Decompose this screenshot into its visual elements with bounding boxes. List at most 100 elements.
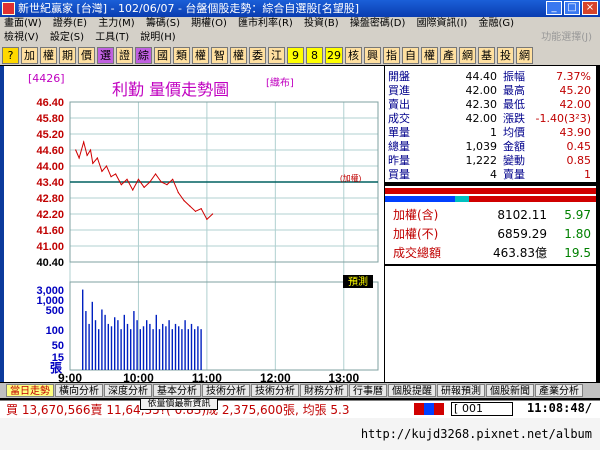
tab-analysis[interactable]: 深度分析 bbox=[104, 384, 152, 397]
quote-label: 成交 bbox=[388, 112, 410, 125]
index-value: 8102.11 bbox=[497, 208, 547, 222]
analysis-tab-bar: 當日走勢 橫向分析 深度分析 基本分析 技術分析 技術分析 財務分析 行事曆 個股提醒 研報預測個… bbox=[0, 383, 600, 398]
volume-bar bbox=[200, 329, 202, 370]
tab-analysis[interactable]: 個股新聞 bbox=[486, 384, 534, 397]
volume-unit-label: 張 bbox=[50, 361, 63, 375]
price-point bbox=[200, 208, 202, 210]
y-tick-label: 44.60 bbox=[36, 145, 64, 157]
tab-analysis[interactable]: 研報預測 bbox=[437, 384, 485, 397]
tab-analysis[interactable]: 技術分析 bbox=[251, 384, 299, 397]
volume-bar bbox=[123, 314, 125, 370]
volume-tick-label: 100 bbox=[46, 325, 64, 337]
price-point bbox=[154, 173, 157, 175]
index-value: 6859.29 bbox=[497, 227, 547, 241]
volume-bar bbox=[136, 320, 138, 370]
quote-value: 1 bbox=[584, 168, 591, 181]
index-panel: 加權(含) 8102.11 5.97 加權(不) 6859.29 1.80 成交總額 463.… bbox=[385, 204, 596, 264]
price-point bbox=[75, 149, 77, 151]
volume-bar bbox=[168, 320, 170, 370]
quote-row: 單量 1 均價 43.90 bbox=[385, 126, 596, 139]
volume-bar bbox=[165, 326, 167, 370]
quote-row: 賣出 42.30 最低 42.00 bbox=[385, 98, 596, 111]
price-point bbox=[92, 162, 94, 164]
quote-label: 賣出 bbox=[388, 98, 410, 111]
price-point bbox=[177, 192, 179, 194]
quote-label: 金額 bbox=[503, 140, 525, 153]
tab-analysis[interactable]: 技術分析 bbox=[202, 384, 250, 397]
volume-bar bbox=[110, 326, 113, 370]
volume-frame bbox=[69, 281, 379, 371]
tab-analysis[interactable]: 橫向分析 bbox=[55, 384, 103, 397]
y-tick-label: 41.00 bbox=[36, 241, 64, 253]
volume-bar bbox=[178, 326, 180, 370]
stock-code-input[interactable]: [001 bbox=[451, 402, 513, 416]
index-row: 加權(含) 8102.11 5.97 bbox=[385, 206, 596, 224]
quote-value: 42.00 bbox=[559, 98, 592, 111]
volume-bar bbox=[174, 323, 177, 370]
quote-value: 43.90 bbox=[559, 126, 592, 139]
quote-value: 0.85 bbox=[566, 154, 592, 167]
volume-bar bbox=[155, 314, 157, 370]
quote-row: 總量 1,039 金額 0.45 bbox=[385, 140, 596, 153]
quote-label: 漲跌 bbox=[503, 112, 525, 125]
price-point bbox=[206, 218, 208, 220]
quote-value: 1,222 bbox=[465, 154, 498, 167]
tab-analysis[interactable]: 當日走勢 bbox=[6, 384, 54, 397]
price-point bbox=[120, 184, 122, 186]
price-point bbox=[149, 181, 151, 183]
tab-analysis[interactable]: 基本分析 bbox=[153, 384, 201, 397]
y-tick-label: 40.40 bbox=[36, 257, 64, 269]
price-point bbox=[160, 181, 162, 183]
bid-ask-bar bbox=[385, 186, 596, 204]
volume-bar bbox=[91, 301, 93, 370]
volume-bar bbox=[85, 311, 87, 370]
mini-index-chart bbox=[385, 266, 596, 382]
quote-value: 42.00 bbox=[465, 84, 498, 97]
y-tick-label: 46.40 bbox=[36, 97, 64, 109]
y-tick-label: 45.80 bbox=[36, 113, 64, 125]
quote-row: 買進 42.00 最高 45.20 bbox=[385, 84, 596, 97]
price-point bbox=[132, 189, 134, 191]
volume-bar bbox=[171, 329, 173, 370]
tab-analysis[interactable]: 產業分析 bbox=[535, 384, 583, 397]
price-point bbox=[166, 184, 168, 186]
volume-bar bbox=[194, 329, 196, 370]
quote-value: 1,039 bbox=[465, 140, 498, 153]
volume-tick-label: 50 bbox=[52, 340, 64, 352]
price-point bbox=[96, 157, 98, 159]
volume-bar bbox=[190, 323, 193, 370]
y-tick-label: 41.60 bbox=[36, 225, 64, 237]
volume-bar bbox=[139, 329, 141, 370]
volume-bar bbox=[158, 329, 161, 370]
volume-bar bbox=[94, 320, 97, 370]
y-tick-label: 43.40 bbox=[36, 177, 64, 189]
quote-label: 單量 bbox=[388, 126, 410, 139]
price-point bbox=[172, 178, 174, 180]
price-point bbox=[83, 141, 85, 143]
price-point bbox=[115, 173, 117, 175]
quote-value: 42.00 bbox=[465, 112, 498, 125]
index-change: 19.5 bbox=[564, 246, 591, 260]
tab-analysis[interactable]: 個股提醒 bbox=[388, 384, 436, 397]
volume-bar bbox=[187, 329, 189, 370]
quote-value: 42.30 bbox=[465, 98, 498, 111]
quote-value: 7.37% bbox=[556, 70, 591, 83]
quote-row: 開盤 44.40 振幅 7.37% bbox=[385, 70, 596, 83]
price-point bbox=[110, 176, 112, 178]
price-point bbox=[78, 157, 80, 159]
volume-bar bbox=[152, 329, 154, 370]
index-label: 加權(不) bbox=[393, 227, 439, 241]
info-popup[interactable]: 依量價最新資訊 bbox=[140, 398, 218, 410]
volume-bar bbox=[117, 320, 119, 370]
quote-row: 買量 4 賣量 1 bbox=[385, 168, 596, 181]
quote-label: 賣量 bbox=[503, 168, 525, 181]
volume-bar bbox=[82, 289, 84, 370]
tab-analysis[interactable]: 財務分析 bbox=[300, 384, 348, 397]
quote-label: 振幅 bbox=[503, 70, 525, 83]
tab-analysis[interactable]: 行事曆 bbox=[349, 384, 387, 397]
predict-label: 預測 bbox=[348, 275, 368, 288]
volume-bar bbox=[104, 314, 106, 370]
quote-label: 買量 bbox=[388, 168, 410, 181]
y-tick-label: 45.20 bbox=[36, 129, 64, 141]
price-point bbox=[194, 210, 197, 212]
